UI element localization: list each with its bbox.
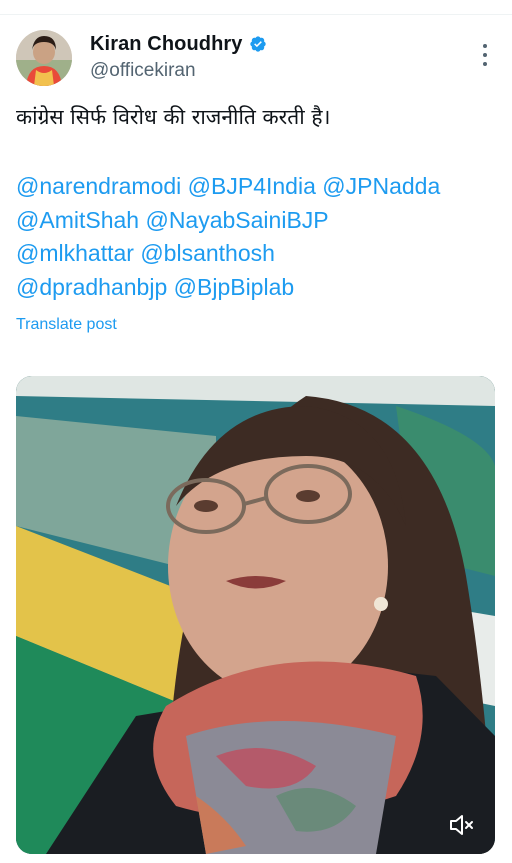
mention-link[interactable]: @blsanthosh bbox=[140, 240, 275, 266]
mention-link[interactable]: @BJP4India bbox=[188, 173, 316, 199]
mentions-line: @narendramodi @BJP4India @JPNadda bbox=[16, 170, 496, 204]
avatar[interactable] bbox=[16, 30, 72, 86]
volume-muted-icon[interactable] bbox=[449, 814, 475, 836]
author-names: Kiran Choudhry @officekiran bbox=[90, 32, 267, 82]
mention-link[interactable]: @narendramodi bbox=[16, 173, 181, 199]
mention-link[interactable]: @BjpBiplab bbox=[174, 274, 295, 300]
mentions-line: @mlkhattar @blsanthosh bbox=[16, 237, 496, 271]
mentions-line: @AmitShah @NayabSainiBJP bbox=[16, 204, 496, 238]
mentions-block: @narendramodi @BJP4India @JPNadda @AmitS… bbox=[16, 170, 496, 304]
more-options-icon[interactable] bbox=[482, 44, 488, 66]
mention-link[interactable]: @dpradhanbjp bbox=[16, 274, 167, 300]
mentions-line: @dpradhanbjp @BjpBiplab bbox=[16, 271, 496, 305]
mention-link[interactable]: @AmitShah bbox=[16, 207, 139, 233]
video-player[interactable] bbox=[16, 376, 495, 854]
verified-badge-icon bbox=[249, 35, 267, 53]
tweet-header: Kiran Choudhry @officekiran bbox=[16, 30, 496, 90]
top-divider bbox=[0, 14, 512, 15]
author-handle[interactable]: @officekiran bbox=[90, 60, 267, 82]
mention-link[interactable]: @mlkhattar bbox=[16, 240, 134, 266]
video-frame bbox=[16, 376, 495, 854]
translate-post-link[interactable]: Translate post bbox=[16, 316, 117, 334]
tweet-text: कांग्रेस सिर्फ विरोध की राजनीति करती है। bbox=[16, 105, 331, 129]
display-name[interactable]: Kiran Choudhry bbox=[90, 33, 243, 56]
mention-link[interactable]: @JPNadda bbox=[322, 173, 440, 199]
display-name-row: Kiran Choudhry bbox=[90, 32, 267, 56]
mention-link[interactable]: @NayabSainiBJP bbox=[145, 207, 328, 233]
